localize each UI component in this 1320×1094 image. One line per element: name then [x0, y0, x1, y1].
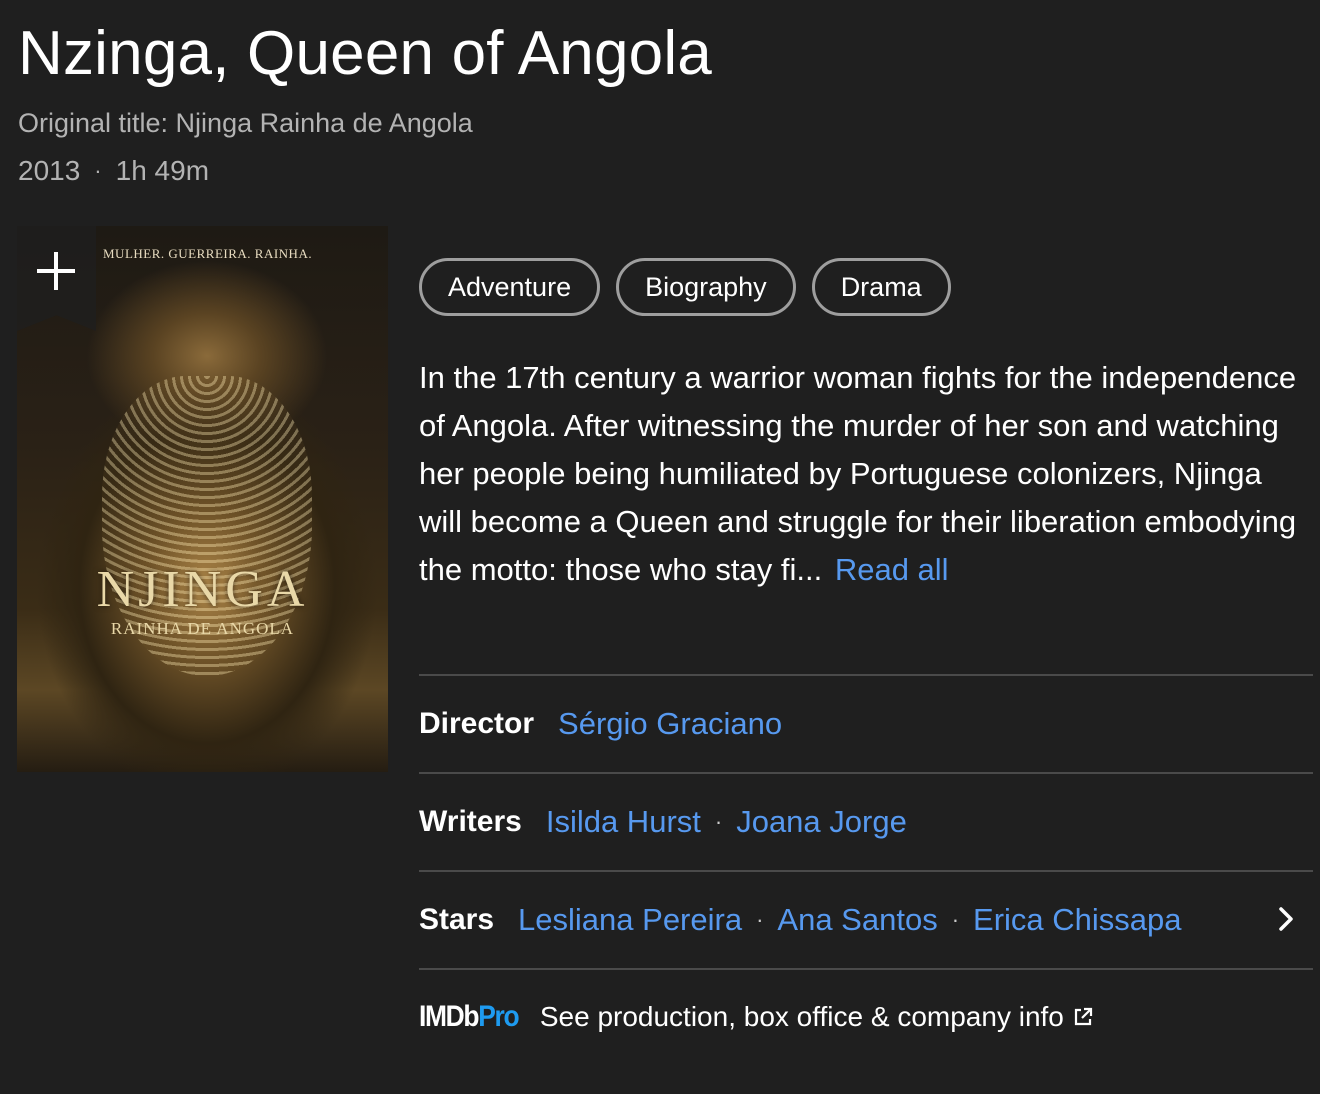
- writers-row: Writers Isilda Hurst · Joana Jorge: [419, 772, 1313, 870]
- director-label: Director: [419, 707, 535, 740]
- director-link[interactable]: Sérgio Graciano: [558, 706, 782, 742]
- star-link[interactable]: Lesliana Pereira: [518, 902, 742, 938]
- plot-summary: In the 17th century a warrior woman figh…: [419, 354, 1299, 594]
- credit-separator: ·: [756, 907, 764, 932]
- genre-chip-adventure[interactable]: Adventure: [419, 258, 601, 316]
- poster-sublogo: RAINHA DE ANGOLA: [110, 619, 295, 638]
- divider: [419, 968, 1313, 970]
- imdbpro-text[interactable]: See production, box office & company inf…: [540, 1001, 1064, 1033]
- star-link[interactable]: Ana Santos: [777, 902, 937, 938]
- stars-list: Lesliana Pereira · Ana Santos · Erica Ch…: [518, 902, 1181, 938]
- release-year[interactable]: 2013: [18, 155, 80, 187]
- credit-separator: ·: [951, 907, 960, 932]
- original-title: Original title: Njinga Rainha de Angola: [18, 108, 473, 138]
- poster-logo: NJINGA: [96, 561, 309, 618]
- imdbpro-logo: IMDbPro: [419, 1000, 520, 1033]
- external-link-icon: [1074, 1007, 1092, 1026]
- chevron-right-icon[interactable]: [1273, 904, 1299, 934]
- genre-chips: Adventure Biography Drama: [419, 258, 951, 316]
- meta-separator: ·: [94, 158, 102, 183]
- genre-chip-biography[interactable]: Biography: [616, 258, 796, 316]
- credit-separator: ·: [714, 809, 723, 834]
- poster-tagline: MULHER. GUERREIRA. RAINHA.: [103, 246, 313, 261]
- add-to-watchlist-button[interactable]: [17, 226, 96, 331]
- page-title: Nzinga, Queen of Angola: [18, 19, 712, 88]
- writers-label: Writers: [419, 805, 522, 838]
- director-row: Director Sérgio Graciano: [419, 674, 1313, 772]
- plus-icon: [37, 252, 75, 290]
- genre-chip-drama[interactable]: Drama: [811, 258, 951, 316]
- runtime: 1h 49m: [115, 155, 210, 186]
- star-link[interactable]: Erica Chissapa: [973, 902, 1181, 938]
- writer-link[interactable]: Joana Jorge: [736, 804, 907, 840]
- imdbpro-link[interactable]: IMDbPro See production, box office & com…: [419, 1000, 1094, 1034]
- poster-image[interactable]: MULHER. GUERREIRA. RAINHA. NJINGA RAINHA…: [17, 226, 388, 772]
- stars-label: Stars: [419, 903, 495, 936]
- writers-list: Isilda Hurst · Joana Jorge: [546, 804, 907, 840]
- stars-row[interactable]: Stars Lesliana Pereira · Ana Santos · Er…: [419, 870, 1313, 968]
- director-list: Sérgio Graciano: [558, 706, 782, 742]
- writer-link[interactable]: Isilda Hurst: [546, 804, 701, 840]
- title-overview: Nzinga, Queen of Angola Original title: …: [0, 0, 1320, 1094]
- title-meta: 2013 · 1h 49m: [18, 155, 209, 187]
- read-all-link[interactable]: Read all: [835, 552, 949, 587]
